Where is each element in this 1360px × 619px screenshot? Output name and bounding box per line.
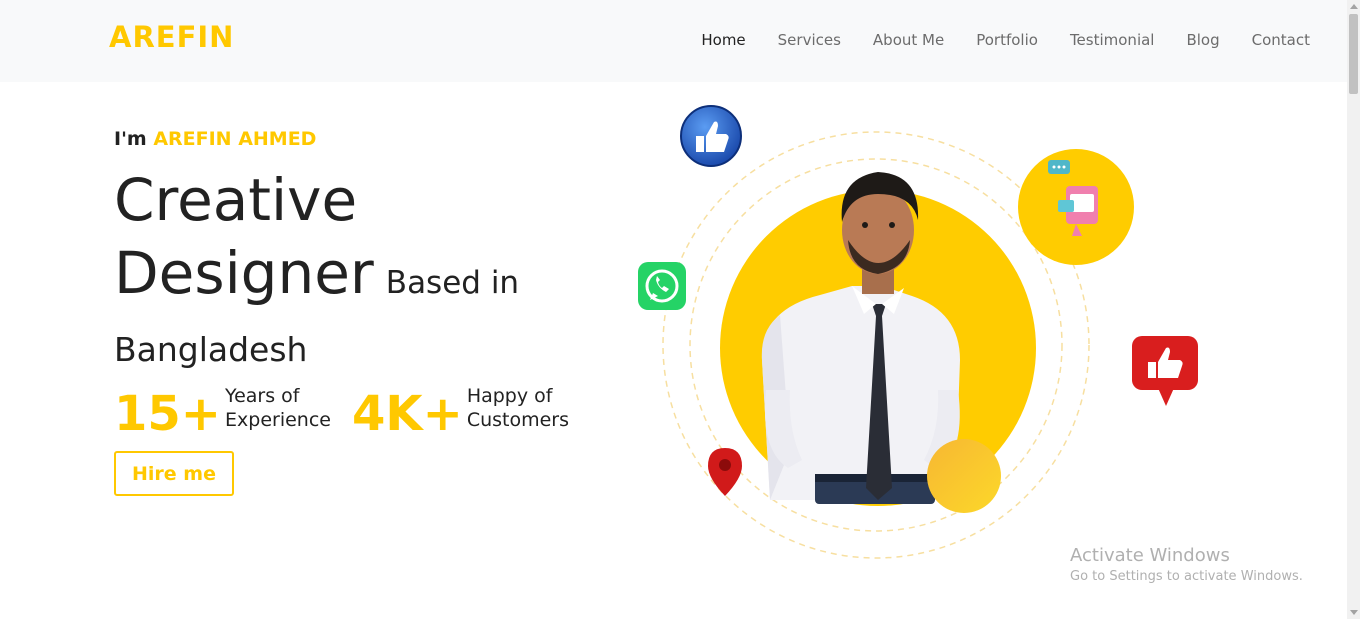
decor-ball	[927, 439, 1001, 513]
nav-services[interactable]: Services	[762, 31, 857, 49]
stat-label-line1: Happy of	[466, 385, 553, 407]
scroll-up-arrow-icon[interactable]	[1350, 4, 1358, 9]
scroll-thumb[interactable]	[1349, 14, 1358, 94]
headline-line1: Creative	[114, 166, 358, 234]
page: AREFIN Home Services About Me Portfolio …	[0, 0, 1360, 619]
page-scrollbar[interactable]	[1347, 0, 1360, 619]
brand-logo[interactable]: AREFIN	[109, 20, 234, 54]
hero-intro: I'm AREFIN AHMED	[114, 128, 316, 150]
watermark-title: Activate Windows	[1070, 545, 1230, 566]
headline-line2: Designer	[114, 239, 374, 307]
nav-home[interactable]: Home	[685, 31, 761, 49]
nav-testimonial[interactable]: Testimonial	[1054, 31, 1171, 49]
hero-headline: Creative Designer Based in	[114, 164, 614, 320]
nav-blog[interactable]: Blog	[1170, 31, 1235, 49]
main-nav: Home Services About Me Portfolio Testimo…	[685, 31, 1310, 49]
chat-icon	[1018, 149, 1134, 265]
headline-suffix: Based in	[385, 265, 520, 301]
headline-line2-wrap: Designer Based in	[114, 237, 614, 320]
hero-illustration	[620, 90, 1240, 570]
thumbs-up-icon	[680, 105, 742, 167]
intro-prefix: I'm	[114, 128, 147, 150]
stat-label-line2: Customers	[466, 409, 570, 431]
stat-experience: 15+ Years of Experience	[114, 382, 345, 446]
location-pin-icon	[708, 448, 742, 496]
stat-label: Happy of Customers	[467, 384, 587, 432]
nav-contact[interactable]: Contact	[1236, 31, 1310, 49]
hero-location: Bangladesh	[114, 330, 308, 369]
watermark-subtitle: Go to Settings to activate Windows.	[1070, 569, 1303, 584]
thumbs-up-badge-icon	[1132, 336, 1198, 406]
stat-customers: 4K+ Happy of Customers	[352, 382, 587, 446]
hero-illustration-svg	[638, 105, 1198, 559]
intro-name: AREFIN AHMED	[153, 128, 317, 150]
nav-about-me[interactable]: About Me	[857, 31, 960, 49]
whatsapp-icon	[638, 262, 686, 310]
stat-label-line1: Years of	[225, 385, 300, 407]
navbar: AREFIN Home Services About Me Portfolio …	[0, 0, 1347, 82]
nav-portfolio[interactable]: Portfolio	[960, 31, 1054, 49]
stat-label: Years of Experience	[225, 384, 345, 432]
activate-windows-watermark: Activate Windows Go to Settings to activ…	[1070, 545, 1303, 584]
hire-me-button[interactable]: Hire me	[114, 451, 234, 496]
scroll-down-arrow-icon[interactable]	[1350, 610, 1358, 615]
stat-label-line2: Experience	[225, 409, 331, 431]
stat-value: 4K+	[352, 386, 463, 442]
stat-value: 15+	[114, 386, 222, 442]
